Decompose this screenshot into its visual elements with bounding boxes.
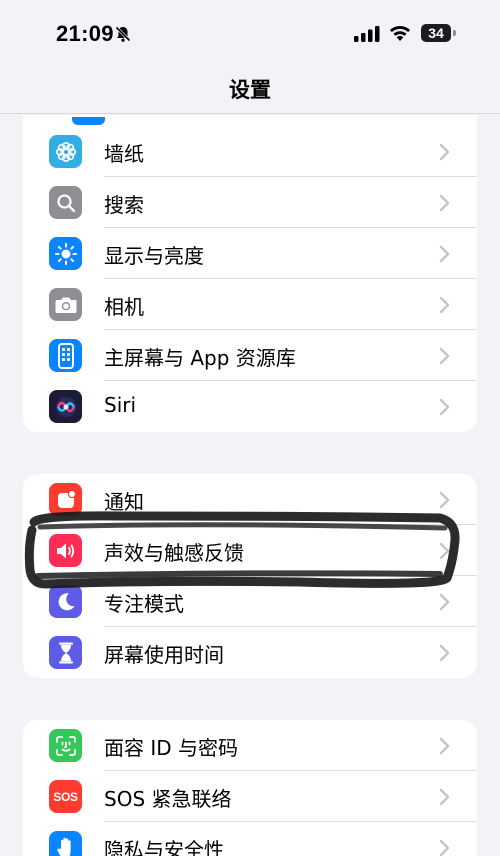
settings-row-screen-time[interactable]: 屏幕使用时间 bbox=[23, 627, 477, 678]
brightness-icon bbox=[49, 237, 82, 270]
settings-row-label: 隐私与安全性 bbox=[104, 838, 224, 856]
settings-row-sounds-haptics[interactable]: 声效与触感反馈 bbox=[23, 525, 477, 576]
chevron-right-icon bbox=[439, 542, 450, 564]
speaker-icon bbox=[49, 534, 82, 567]
settings-group-1: 墙纸 搜索 显示与亮度 相机 主屏幕与 App 资源库 Siri bbox=[23, 126, 477, 432]
settings-row-label: SOS 紧急联络 bbox=[104, 787, 232, 811]
settings-row-label: 搜索 bbox=[104, 193, 144, 217]
settings-group-3: 面容 ID 与密码 SOS SOS 紧急联络 隐私与安全性 bbox=[23, 720, 477, 856]
camera-icon bbox=[49, 288, 82, 321]
cellular-signal-icon bbox=[354, 26, 380, 46]
hourglass-icon bbox=[49, 636, 82, 669]
settings-row-label: 屏幕使用时间 bbox=[104, 643, 224, 667]
chevron-right-icon bbox=[439, 347, 450, 369]
hand-icon bbox=[49, 831, 82, 856]
moon-icon bbox=[49, 585, 82, 618]
settings-row-notifications[interactable]: 通知 bbox=[23, 474, 477, 525]
nav-bar: 设置 bbox=[0, 62, 500, 114]
chevron-right-icon bbox=[439, 296, 450, 318]
settings-row-focus[interactable]: 专注模式 bbox=[23, 576, 477, 627]
wifi-icon bbox=[388, 23, 412, 46]
chevron-right-icon bbox=[439, 398, 450, 420]
sos-icon: SOS bbox=[49, 780, 82, 813]
chevron-right-icon bbox=[439, 593, 450, 615]
chevron-right-icon bbox=[439, 143, 450, 165]
settings-row-label: 相机 bbox=[104, 295, 144, 319]
chevron-right-icon bbox=[439, 788, 450, 810]
sos-badge-text: SOS bbox=[53, 789, 78, 804]
bell-slash-icon bbox=[114, 25, 132, 47]
chevron-right-icon bbox=[439, 194, 450, 216]
search-icon bbox=[49, 186, 82, 219]
page-title: 设置 bbox=[229, 78, 271, 102]
settings-row-camera[interactable]: 相机 bbox=[23, 279, 477, 330]
home-screen-icon bbox=[49, 339, 82, 372]
face-id-icon bbox=[49, 729, 82, 762]
settings-row-emergency-sos[interactable]: SOS SOS 紧急联络 bbox=[23, 771, 477, 822]
settings-row-wallpaper[interactable]: 墙纸 bbox=[23, 126, 477, 177]
settings-row-label: 墙纸 bbox=[104, 142, 144, 166]
notification-icon bbox=[49, 483, 82, 516]
settings-row-label: 主屏幕与 App 资源库 bbox=[104, 346, 296, 370]
settings-row-label: 声效与触感反馈 bbox=[104, 541, 244, 565]
settings-row-display-brightness[interactable]: 显示与亮度 bbox=[23, 228, 477, 279]
chevron-right-icon bbox=[439, 737, 450, 759]
siri-icon bbox=[49, 390, 82, 423]
status-time: 21:09 bbox=[56, 21, 114, 46]
chevron-right-icon bbox=[439, 839, 450, 856]
settings-row-home-screen[interactable]: 主屏幕与 App 资源库 bbox=[23, 330, 477, 381]
settings-row-privacy[interactable]: 隐私与安全性 bbox=[23, 822, 477, 856]
status-bar: 21:09 34 bbox=[0, 0, 500, 62]
settings-row-siri[interactable]: Siri bbox=[23, 381, 477, 432]
chevron-right-icon bbox=[439, 644, 450, 666]
settings-row-label: Siri bbox=[104, 393, 137, 417]
battery-icon: 34 bbox=[421, 24, 451, 42]
chevron-right-icon bbox=[439, 245, 450, 267]
settings-row-label: 面容 ID 与密码 bbox=[104, 736, 239, 760]
chevron-right-icon bbox=[439, 491, 450, 513]
settings-row-face-id[interactable]: 面容 ID 与密码 bbox=[23, 720, 477, 771]
clipped-icon bbox=[72, 117, 105, 125]
settings-group-2: 通知 声效与触感反馈 专注模式 屏幕使用时间 bbox=[23, 474, 477, 678]
settings-row-label: 专注模式 bbox=[104, 592, 184, 616]
wallpaper-icon bbox=[49, 135, 82, 168]
settings-row-label: 显示与亮度 bbox=[104, 244, 204, 268]
battery-tip bbox=[453, 30, 456, 36]
settings-row-search[interactable]: 搜索 bbox=[23, 177, 477, 228]
settings-row-label: 通知 bbox=[104, 490, 144, 514]
